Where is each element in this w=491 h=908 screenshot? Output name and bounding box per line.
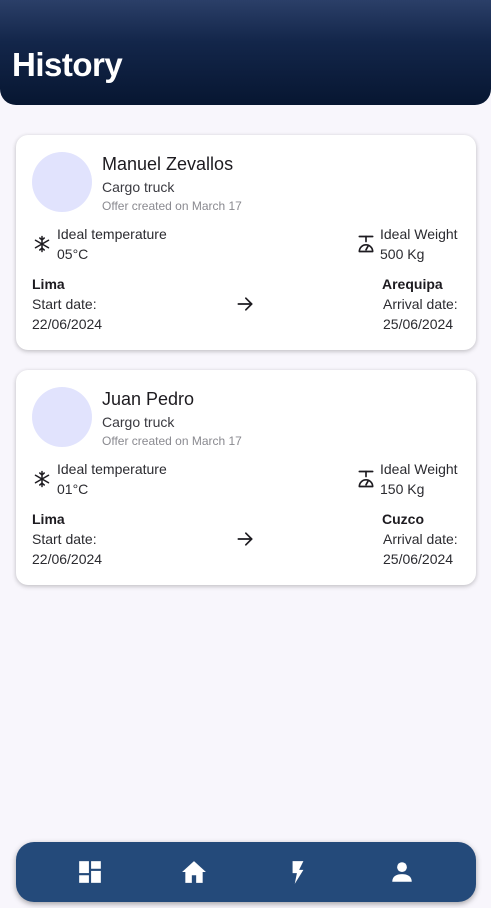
arrival-date-value: 25/06/2024 [383, 551, 454, 567]
offer-date: Offer created on March 17 [102, 434, 242, 448]
home-icon [182, 861, 206, 883]
scale-icon [358, 235, 374, 253]
app-header: History [0, 0, 491, 105]
arrow-right-icon [237, 532, 253, 546]
arrival-date-value: 25/06/2024 [383, 316, 454, 332]
destination-city: Arequipa [382, 276, 443, 292]
start-date-label: Start date: [32, 296, 97, 312]
temperature-value: 05°C [57, 246, 89, 262]
weight-label: Ideal Weight [380, 461, 458, 477]
origin-city: Lima [32, 511, 65, 527]
weight-label: Ideal Weight [380, 226, 458, 242]
offer-date: Offer created on March 17 [102, 199, 242, 213]
vehicle-type: Cargo truck [102, 179, 175, 195]
arrow-right-icon [237, 297, 253, 311]
scale-icon [358, 470, 374, 488]
history-card[interactable]: Manuel Zevallos Cargo truck Offer create… [16, 135, 476, 350]
vehicle-type: Cargo truck [102, 414, 175, 430]
temperature-label: Ideal temperature [57, 226, 167, 242]
origin-city: Lima [32, 276, 65, 292]
snowflake-icon [34, 235, 50, 253]
page-title: History [12, 46, 123, 83]
avatar [32, 152, 92, 212]
snowflake-icon [34, 470, 50, 488]
weight-value: 150 Kg [380, 481, 425, 497]
driver-name: Manuel Zevallos [102, 154, 234, 174]
temperature-value: 01°C [57, 481, 89, 497]
destination-city: Cuzco [382, 511, 424, 527]
dashboard-icon [79, 861, 101, 883]
nav-home-button[interactable] [181, 859, 207, 885]
driver-name: Juan Pedro [102, 389, 195, 409]
temperature-label: Ideal temperature [57, 461, 167, 477]
history-card[interactable]: Juan Pedro Cargo truck Offer created on … [16, 370, 476, 585]
bottom-nav [16, 842, 476, 902]
flash-icon [292, 861, 304, 884]
person-icon [392, 862, 412, 882]
start-date-value: 22/06/2024 [32, 551, 103, 567]
nav-flash-button[interactable] [285, 859, 311, 885]
arrival-date-label: Arrival date: [383, 531, 458, 547]
start-date-label: Start date: [32, 531, 97, 547]
nav-dashboard-button[interactable] [77, 859, 103, 885]
start-date-value: 22/06/2024 [32, 316, 103, 332]
arrival-date-label: Arrival date: [383, 296, 458, 312]
nav-profile-button[interactable] [389, 859, 415, 885]
weight-value: 500 Kg [380, 246, 425, 262]
avatar [32, 387, 92, 447]
